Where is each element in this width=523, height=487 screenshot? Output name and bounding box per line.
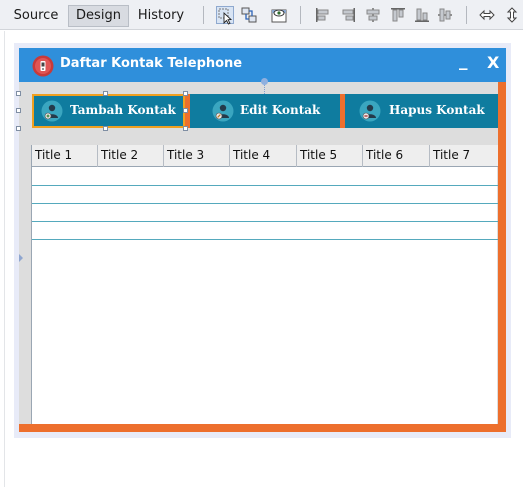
align-right-icon[interactable] <box>339 6 357 24</box>
resize-handle[interactable] <box>103 126 108 131</box>
column-header[interactable]: Title 6 <box>363 145 430 167</box>
form-content-panel: Tambah Kontak Edit Kontak Hapus Kontak T… <box>16 78 498 424</box>
ide-toolbar: Source Design History <box>0 0 523 30</box>
preview-design-icon[interactable] <box>270 6 288 24</box>
column-header[interactable]: Title 3 <box>164 145 230 167</box>
resize-handle[interactable] <box>16 91 21 96</box>
table-row[interactable] <box>32 203 498 204</box>
change-horizontal-resizability-icon[interactable] <box>478 6 496 24</box>
align-top-icon[interactable] <box>389 6 407 24</box>
table-header: Title 1 Title 2 Title 3 Title 4 Title 5 … <box>32 145 498 167</box>
anchor-point <box>261 78 268 85</box>
editor-gutter <box>4 31 5 487</box>
column-header[interactable]: Title 4 <box>230 145 297 167</box>
window-title: Daftar Kontak Telephone <box>60 56 243 71</box>
column-header[interactable]: Title 1 <box>32 145 98 167</box>
hapus-kontak-button[interactable]: Hapus Kontak <box>345 94 498 128</box>
column-header[interactable]: Title 7 <box>430 145 498 167</box>
resize-handle[interactable] <box>183 108 188 113</box>
user-delete-icon <box>359 100 381 122</box>
selection-mode-icon[interactable] <box>216 6 234 25</box>
user-edit-icon <box>212 100 234 122</box>
design-canvas[interactable]: Daftar Kontak Telephone _ X Tambah Konta… <box>14 43 511 438</box>
tab-source[interactable]: Source <box>8 5 64 27</box>
center-vertically-icon[interactable] <box>436 6 454 24</box>
align-left-icon[interactable] <box>314 6 332 24</box>
column-header[interactable]: Title 5 <box>297 145 363 167</box>
tambah-kontak-label: Tambah Kontak <box>70 103 176 117</box>
close-button[interactable]: X <box>487 53 499 72</box>
phone-contact-icon <box>32 55 54 77</box>
minimize-button[interactable]: _ <box>459 51 468 71</box>
tambah-kontak-button[interactable]: Tambah Kontak <box>32 94 185 128</box>
toolbar-separator <box>203 6 204 24</box>
change-vertical-resizability-icon[interactable] <box>503 6 521 24</box>
resize-handle[interactable] <box>16 126 21 131</box>
anchor-marker <box>19 254 23 262</box>
resize-handle[interactable] <box>16 108 21 113</box>
edit-kontak-button[interactable]: Edit Kontak <box>190 94 340 128</box>
user-add-icon <box>41 100 63 122</box>
column-header[interactable]: Title 2 <box>98 145 164 167</box>
kontak-table[interactable]: Title 1 Title 2 Title 3 Title 4 Title 5 … <box>31 145 498 424</box>
window-titlebar[interactable]: Daftar Kontak Telephone _ X <box>19 48 506 82</box>
resize-handle[interactable] <box>103 91 108 96</box>
table-row[interactable] <box>32 239 498 240</box>
edit-kontak-label: Edit Kontak <box>240 103 321 117</box>
toolbar-separator <box>300 6 301 24</box>
jframe-form[interactable]: Daftar Kontak Telephone _ X Tambah Konta… <box>16 48 506 432</box>
tab-history[interactable]: History <box>132 5 190 27</box>
connection-mode-icon[interactable] <box>240 6 258 24</box>
resize-handle[interactable] <box>183 126 188 131</box>
hapus-kontak-label: Hapus Kontak <box>389 103 485 117</box>
table-row[interactable] <box>32 185 498 186</box>
toolbar-separator <box>466 6 467 24</box>
table-row[interactable] <box>32 221 498 222</box>
tab-design[interactable]: Design <box>68 5 129 27</box>
resize-handle[interactable] <box>183 91 188 96</box>
align-bottom-icon[interactable] <box>413 6 431 24</box>
center-horizontally-icon[interactable] <box>364 6 382 24</box>
